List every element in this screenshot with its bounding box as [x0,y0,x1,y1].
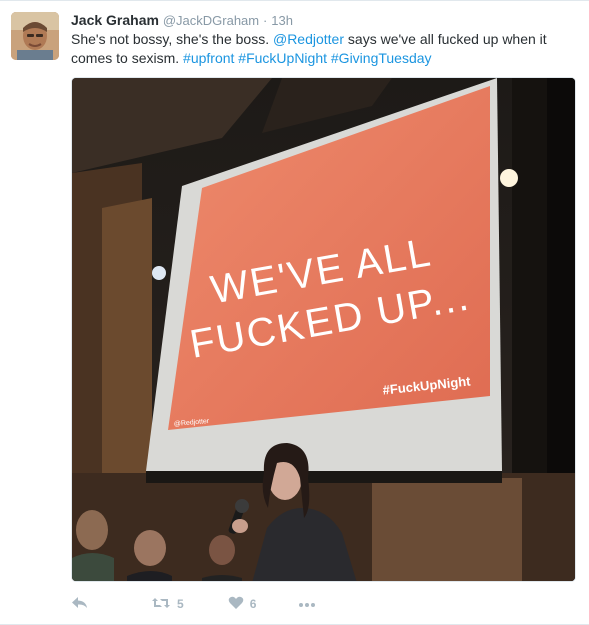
retweet-icon [151,596,171,613]
hashtag-link[interactable]: #GivingTuesday [331,50,432,66]
reply-icon [71,596,89,613]
tweet-photo[interactable]: WE'VE ALL FUCKED UP... #FuckUpNight @Red… [71,77,576,582]
tweet: Jack Graham @JackDGraham · 13h She's not… [0,0,589,625]
hashtag-link[interactable]: #upfront [183,50,234,66]
text-part: She's not bossy, she's the boss. [71,31,273,47]
header-separator: · [263,13,268,28]
tweet-actions: 5 6 [71,591,316,617]
avatar[interactable] [11,12,59,60]
tweet-timestamp[interactable]: 13h [271,13,293,28]
like-count: 6 [249,597,257,611]
retweet-button[interactable]: 5 [151,596,184,613]
retweet-count: 5 [177,597,184,611]
reply-button[interactable] [71,596,91,613]
tweet-header: Jack Graham @JackDGraham · 13h [71,11,293,30]
more-button[interactable] [298,597,316,611]
heart-icon [228,596,244,613]
more-icon [298,597,316,611]
hashtag-link[interactable]: #FuckUpNight [238,50,327,66]
tweet-text: She's not bossy, she's the boss. @Redjot… [71,30,576,68]
author-handle[interactable]: @JackDGraham [163,13,259,28]
mention-link[interactable]: @Redjotter [273,31,344,47]
like-button[interactable]: 6 [228,596,257,613]
author-name[interactable]: Jack Graham [71,12,159,28]
